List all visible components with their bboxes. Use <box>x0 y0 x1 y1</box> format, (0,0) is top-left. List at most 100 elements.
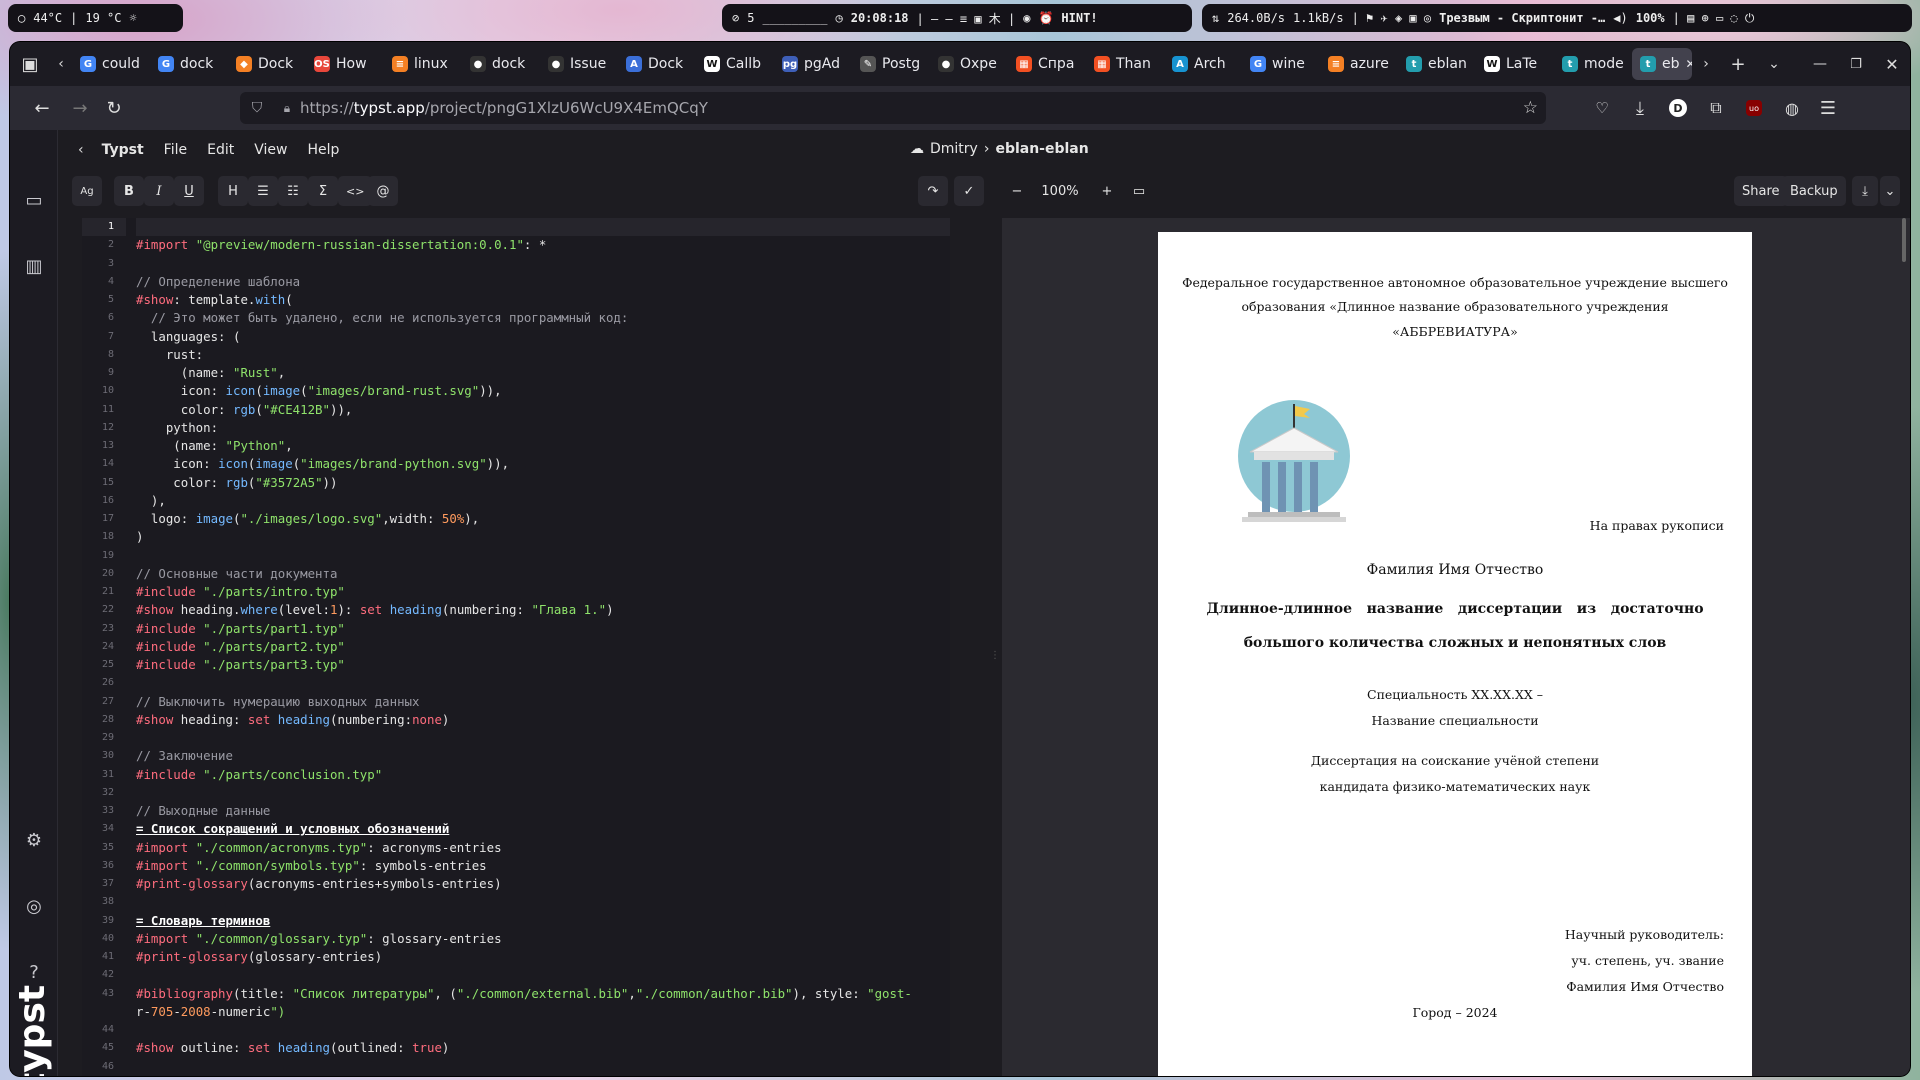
browser-tab[interactable]: ≡ linux <box>384 48 460 80</box>
code-line[interactable]: // Определение шаблона <box>136 273 950 291</box>
code-line[interactable]: languages: ( <box>136 328 950 346</box>
tab-scroll-left-icon[interactable]: ‹ <box>50 48 72 80</box>
code-content[interactable]: #import "@preview/modern-russian-dissert… <box>136 218 950 1058</box>
browser-tab[interactable]: Gcould <box>72 48 148 80</box>
downloads-icon[interactable]: ⤓ <box>1622 92 1658 124</box>
code-line[interactable]: (name: "Python", <box>136 437 950 455</box>
browser-tab[interactable]: OS How <box>306 48 382 80</box>
browser-tab[interactable]: ● dock <box>462 48 538 80</box>
redo-icon[interactable]: ↷ <box>918 176 948 206</box>
code-line[interactable]: // Это может быть удалено, если не испол… <box>136 309 950 327</box>
zoom-out-icon[interactable]: − <box>1002 176 1032 206</box>
close-window-icon[interactable]: ✕ <box>1874 48 1910 80</box>
code-line[interactable]: python: <box>136 419 950 437</box>
code-line[interactable]: icon: icon(image("images/brand-rust.svg"… <box>136 382 950 400</box>
url-field[interactable]: ⛉ 🔒︎ https:// typst.app /project/pngG1Xl… <box>240 92 1546 124</box>
browser-tab[interactable]: ● Issue <box>540 48 616 80</box>
help-icon[interactable]: ? <box>22 960 46 984</box>
code-line[interactable] <box>136 547 950 565</box>
browser-tab[interactable]: Gwine <box>1242 48 1318 80</box>
code-line[interactable]: #show heading: set heading(numbering:non… <box>136 711 950 729</box>
pocket-icon[interactable]: ♡ <box>1584 92 1620 124</box>
code-line[interactable]: #print-glossary(glossary-entries) <box>136 948 950 966</box>
code-line[interactable]: #show: template.with( <box>136 291 950 309</box>
download-menu-icon[interactable]: ⌄ <box>1880 176 1900 206</box>
status-widget[interactable]: ⇅ 264.0B/s 1.1kB/s | ⚑ ✈ ◈ ▣ ◎ Трезвым -… <box>1202 4 1912 32</box>
reference-button[interactable]: @ <box>368 176 398 206</box>
code-line[interactable]: color: rgb("#3572A5")) <box>136 474 950 492</box>
code-line[interactable]: #include "./parts/intro.typ" <box>136 583 950 601</box>
browser-tab[interactable]: W LaTe <box>1476 48 1552 80</box>
globe-icon[interactable]: ◍ <box>1774 92 1810 124</box>
browser-tab[interactable]: ● Oxpe <box>930 48 1006 80</box>
extensions-icon[interactable]: ⧉ <box>1698 92 1734 124</box>
download-icon[interactable]: ⤓ <box>1852 176 1878 206</box>
archive-icon[interactable]: ▭ <box>22 188 46 212</box>
code-line[interactable] <box>136 674 950 692</box>
tab-list-dropdown-icon[interactable]: ⌄ <box>1756 48 1792 80</box>
book-icon[interactable]: ▥ <box>22 254 46 278</box>
menu-help[interactable]: Help <box>297 142 349 158</box>
preview-scrollbar[interactable] <box>1902 218 1906 262</box>
code-line[interactable]: #show heading.where(level:1): set headin… <box>136 601 950 619</box>
code-line[interactable]: logo: image("./images/logo.svg",width: 5… <box>136 510 950 528</box>
italic-button[interactable]: I <box>144 176 174 206</box>
code-line[interactable]: #include "./parts/part3.typ" <box>136 656 950 674</box>
code-line[interactable]: // Заключение <box>136 747 950 765</box>
split-handle-icon[interactable]: ⋮ <box>990 650 1000 661</box>
share-button[interactable]: Share <box>1734 176 1788 206</box>
code-line[interactable] <box>136 255 950 273</box>
code-line[interactable]: #include "./parts/conclusion.typ" <box>136 766 950 784</box>
code-line[interactable]: #print-glossary(acronyms-entries+symbols… <box>136 875 950 893</box>
fit-page-icon[interactable]: ▭ <box>1124 176 1154 206</box>
browser-tab[interactable]: W Callb <box>696 48 772 80</box>
bullet-list-button[interactable]: ☰ <box>248 176 278 206</box>
zoom-level[interactable]: 100% <box>1032 176 1088 206</box>
code-line[interactable]: r-705-2008-numeric") <box>136 1003 950 1021</box>
browser-tab[interactable]: t eblan <box>1398 48 1474 80</box>
maximize-icon[interactable]: ❐ <box>1838 48 1874 80</box>
math-button[interactable]: Σ <box>308 176 338 206</box>
browser-tab[interactable]: Gdock <box>150 48 226 80</box>
sidebar-toggle-icon[interactable]: ▣ <box>10 48 50 80</box>
menu-typst[interactable]: Typst <box>92 142 154 158</box>
heading-button[interactable]: H <box>218 176 248 206</box>
browser-tab[interactable]: t mode <box>1554 48 1630 80</box>
code-line[interactable] <box>136 218 950 237</box>
code-editor[interactable]: 1 2 3 4 5 6 7 8 9 10 11 12 13 14 15 16 17 18 19 20 21 22 23 24 2… <box>82 218 950 1076</box>
code-line[interactable] <box>136 966 950 984</box>
reload-icon[interactable]: ↻ <box>96 92 132 124</box>
menu-file[interactable]: File <box>154 142 197 158</box>
tab-scroll-right-icon[interactable]: › <box>1692 48 1720 80</box>
planet-icon[interactable]: ◎ <box>22 894 46 918</box>
ublock-icon[interactable]: uo <box>1736 92 1772 124</box>
code-line[interactable]: icon: icon(image("images/brand-python.sv… <box>136 455 950 473</box>
code-line[interactable]: #bibliography(title: "Список литературы"… <box>136 985 950 1003</box>
project-name[interactable]: eblan-eblan <box>995 141 1088 157</box>
back-icon[interactable]: ← <box>24 92 60 124</box>
code-line[interactable]: = Словарь терминов <box>136 912 950 930</box>
code-line[interactable]: // Выходные данные <box>136 802 950 820</box>
code-line[interactable] <box>136 729 950 747</box>
menu-edit[interactable]: Edit <box>197 142 244 158</box>
lock-icon[interactable]: 🔒︎ <box>274 101 300 116</box>
browser-tab[interactable]: ◆ Dock <box>228 48 304 80</box>
shield-icon[interactable]: ⛉ <box>240 100 274 116</box>
new-tab-icon[interactable]: + <box>1720 48 1756 80</box>
browser-tab[interactable]: ▦ Than <box>1086 48 1162 80</box>
profile-avatar[interactable]: D <box>1660 92 1696 124</box>
browser-tab[interactable]: ✎ Postg <box>852 48 928 80</box>
code-line[interactable]: #show outline: set heading(outlined: tru… <box>136 1039 950 1057</box>
minimize-icon[interactable]: — <box>1802 48 1838 80</box>
code-line[interactable]: ), <box>136 492 950 510</box>
zoom-in-icon[interactable]: + <box>1092 176 1122 206</box>
code-line[interactable]: #include "./parts/part2.typ" <box>136 638 950 656</box>
code-line[interactable]: // Основные части документа <box>136 565 950 583</box>
menu-view[interactable]: View <box>244 142 297 158</box>
code-line[interactable]: color: rgb("#CE412B")), <box>136 401 950 419</box>
code-line[interactable]: rust: <box>136 346 950 364</box>
browser-tab[interactable]: A Arch <box>1164 48 1240 80</box>
back-chevron-icon[interactable]: ‹ <box>58 142 92 158</box>
backup-button[interactable]: Backup <box>1782 176 1846 206</box>
numbered-list-button[interactable]: ☷ <box>278 176 308 206</box>
